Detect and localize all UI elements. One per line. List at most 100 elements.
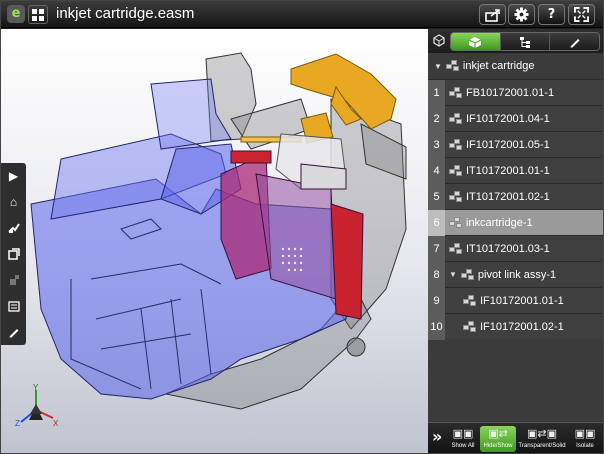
component-row[interactable]: 1 FB10172001.01-1 [428,79,603,106]
document-title: inkjet cartridge.easm [56,5,195,22]
show-all-icon: ▣▣ [452,428,474,440]
orientation-triad: Y X Z [15,384,59,428]
transparent-solid-label: Transparent/Solid [518,443,566,449]
row-number: 6 [428,209,445,236]
collapse-triangle-icon[interactable]: ▼ [449,270,457,279]
component-label: pivot link assy-1 [477,268,557,281]
components-icon [469,37,482,48]
top-toolbar: e inkjet cartridge.easm ? [1,1,603,28]
part-icon [449,164,463,177]
tab-configurations[interactable] [500,33,551,50]
gear-icon [514,7,529,22]
component-row[interactable]: 3 IF10172001.05-1 [428,131,603,158]
panel-tabs [450,32,600,51]
row-number: 2 [428,105,445,132]
row-number: 7 [428,235,445,262]
collapse-triangle-icon[interactable]: ▼ [434,62,442,71]
view-tools-bar: ▶ ⌂ [1,163,26,345]
walk-through-button[interactable] [4,219,23,237]
tree-root[interactable]: ▼ inkjet cartridge [428,53,603,79]
row-number: 3 [428,131,445,158]
component-row[interactable]: 7 IT10172001.03-1 [428,235,603,262]
hide-show-button[interactable]: ▣⇄ Hide/Show [480,426,516,452]
component-tree: ▼ inkjet cartridge 1 FB10172001.01-1 2 IF10… [428,53,603,340]
part-icon [463,294,477,307]
markup-button[interactable] [4,323,23,341]
row-number: 1 [428,79,445,106]
show-all-button[interactable]: ▣▣ Show All [449,426,477,452]
fullscreen-icon [574,7,589,22]
pencil-icon [570,39,580,48]
triad-z-label: Z [15,419,20,428]
hide-show-label: Hide/Show [483,443,513,449]
transparent-solid-icon: ▣⇄▣ [526,428,557,440]
model-viewport[interactable]: ▶ ⌂ Y X Z [1,29,428,454]
share-button[interactable] [479,4,506,25]
component-row[interactable]: 8 ▼ pivot link assy-1 [428,261,603,288]
fullscreen-button[interactable] [568,4,595,25]
measure-icon [7,301,20,312]
show-all-label: Show All [451,443,475,449]
component-row[interactable]: 2 IF10172001.04-1 [428,105,603,132]
row-number: 8 [428,261,445,288]
markup-icon [9,329,18,338]
expand-panel-button[interactable]: » [432,427,442,446]
component-label: IT10172001.03-1 [466,242,550,255]
help-button[interactable]: ? [538,4,565,25]
home-view-button[interactable]: ⌂ [4,193,23,211]
component-row[interactable]: 5 IT10172001.02-1 [428,183,603,210]
explode-icon [9,275,19,285]
hide-show-icon: ▣⇄ [488,428,508,440]
component-row[interactable]: 9 IF10172001.01-1 [428,287,603,314]
part-icon [449,190,463,203]
component-label: IF10172001.02-1 [480,320,564,333]
configurations-icon [520,37,530,48]
bottom-action-bar: » ▣▣ Show All ▣⇄ Hide/Show ▣⇄▣ Transpare… [428,422,603,453]
part-icon [449,138,463,151]
component-label: inkcartridge-1 [466,216,533,229]
triad-y-label: Y [33,384,39,392]
tab-markup[interactable] [550,33,599,50]
walk-icon [7,223,20,233]
part-icon [449,216,463,229]
row-number: 10 [428,313,445,340]
component-row[interactable]: 10 IF10172001.02-1 [428,313,603,340]
share-icon [484,9,500,22]
components-panel: ▼ inkjet cartridge 1 FB10172001.01-1 2 IF10… [428,29,603,453]
model-icon [432,33,446,47]
component-row[interactable]: 4 IT10172001.01-1 [428,157,603,184]
play-animation-button[interactable]: ▶ [4,167,23,185]
component-label: IF10172001.04-1 [466,112,550,125]
edrawings-logo: e [7,5,25,23]
explode-button[interactable] [4,271,23,289]
isolate-label: Isolate [576,443,594,449]
row-number: 9 [428,287,445,314]
row-number: 4 [428,157,445,184]
part-icon [449,112,463,125]
cad-model[interactable] [1,29,428,454]
component-label: IT10172001.02-1 [466,190,550,203]
panel-header [428,29,603,53]
settings-button[interactable] [508,4,535,25]
component-label: FB10172001.01-1 [466,86,555,99]
part-icon [463,320,477,333]
transparent-solid-button[interactable]: ▣⇄▣ Transparent/Solid [518,426,566,452]
app-window: e inkjet cartridge.easm ? ▶ ⌂ Y X Z ▼ in… [0,0,604,454]
assembly-icon [460,268,475,281]
component-row[interactable]: 6 inkcartridge-1 [428,209,603,236]
isolate-button[interactable]: ▣▣ Isolate [570,426,600,452]
isolate-icon: ▣▣ [574,428,596,440]
triad-x-label: X [53,419,59,428]
file-browser-button[interactable] [28,5,48,24]
part-icon [449,242,463,255]
tree-root-label: inkjet cartridge [462,60,535,72]
section-view-button[interactable] [4,245,23,263]
measure-button[interactable] [4,297,23,315]
tab-components[interactable] [451,33,501,50]
component-label: IT10172001.01-1 [466,164,550,177]
component-label: IF10172001.01-1 [480,294,564,307]
assembly-icon [445,60,460,72]
section-icon [7,248,20,260]
row-number: 5 [428,183,445,210]
part-icon [449,86,463,99]
